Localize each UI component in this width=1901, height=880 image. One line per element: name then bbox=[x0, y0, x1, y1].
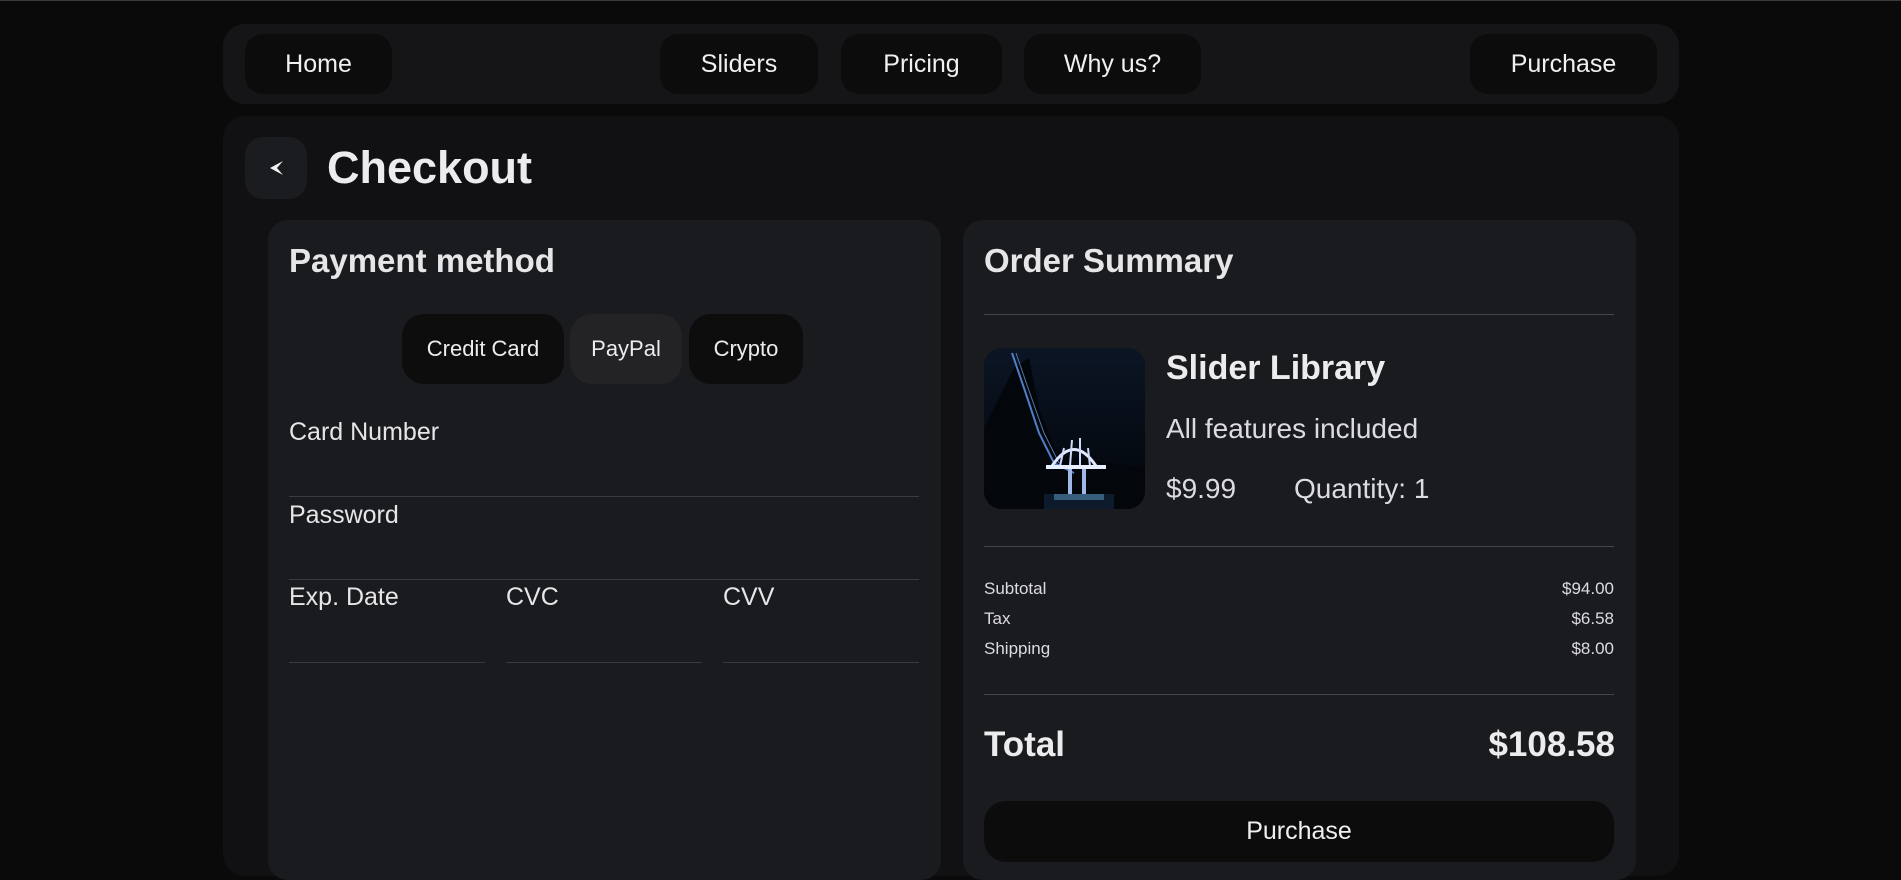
subtotal-row: Subtotal $94.00 bbox=[984, 579, 1614, 601]
product-quantity: Quantity: 1 bbox=[1294, 473, 1430, 504]
password-label: Password bbox=[289, 501, 399, 529]
nav-why-us-button[interactable]: Why us? bbox=[1024, 34, 1201, 94]
payment-method-card: Payment method Credit Card PayPal Crypto… bbox=[268, 220, 941, 880]
tab-paypal[interactable]: PayPal bbox=[570, 314, 682, 384]
exp-date-label: Exp. Date bbox=[289, 583, 399, 611]
shipping-value: $8.00 bbox=[1571, 639, 1614, 658]
shipping-label: Shipping bbox=[984, 639, 1051, 658]
top-navbar: Home Sliders Pricing Why us? Purchase bbox=[223, 24, 1679, 104]
cvv-field[interactable]: CVV bbox=[723, 581, 919, 663]
summary-divider-top bbox=[984, 314, 1614, 315]
tab-crypto[interactable]: Crypto bbox=[689, 314, 803, 384]
bridge-night-photo-icon bbox=[984, 348, 1145, 509]
cvc-field[interactable]: CVC bbox=[506, 581, 702, 663]
back-button[interactable] bbox=[245, 137, 307, 199]
product-description: All features included bbox=[1166, 413, 1419, 444]
window-top-edge bbox=[0, 0, 1901, 1]
nav-pricing-button[interactable]: Pricing bbox=[841, 34, 1002, 94]
password-field[interactable]: Password bbox=[289, 499, 919, 580]
product-name: Slider Library bbox=[1166, 349, 1386, 387]
card-number-label: Card Number bbox=[289, 418, 440, 446]
cvc-label: CVC bbox=[506, 583, 559, 611]
product-image bbox=[984, 348, 1145, 509]
order-summary-card: Order Summary Slider Library All feature… bbox=[963, 220, 1636, 880]
exp-date-field[interactable]: Exp. Date bbox=[289, 581, 485, 663]
nav-home-button[interactable]: Home bbox=[245, 34, 392, 94]
tax-row: Tax $6.58 bbox=[984, 609, 1614, 631]
product-price: $9.99 bbox=[1166, 473, 1237, 504]
card-number-field[interactable]: Card Number bbox=[289, 416, 919, 497]
summary-divider-middle bbox=[984, 546, 1614, 547]
nav-sliders-button[interactable]: Sliders bbox=[660, 34, 818, 94]
nav-purchase-button[interactable]: Purchase bbox=[1470, 34, 1657, 94]
checkout-panel: Checkout Payment method Credit Card PayP… bbox=[223, 116, 1679, 880]
payment-method-title: Payment method bbox=[289, 242, 555, 279]
subtotal-label: Subtotal bbox=[984, 579, 1047, 598]
summary-divider-bottom bbox=[984, 694, 1614, 695]
subtotal-value: $94.00 bbox=[1562, 579, 1614, 598]
tab-credit-card[interactable]: Credit Card bbox=[402, 314, 564, 384]
order-summary-title: Order Summary bbox=[984, 242, 1234, 279]
shipping-row: Shipping $8.00 bbox=[984, 639, 1614, 661]
tax-value: $6.58 bbox=[1571, 609, 1614, 628]
total-label: Total bbox=[984, 725, 1066, 764]
cvv-label: CVV bbox=[723, 583, 775, 611]
total-value: $108.58 bbox=[1488, 725, 1615, 764]
purchase-button[interactable]: Purchase bbox=[984, 801, 1614, 862]
tax-label: Tax bbox=[984, 609, 1011, 628]
chevron-left-icon bbox=[270, 161, 283, 175]
page-title: Checkout bbox=[327, 142, 533, 193]
